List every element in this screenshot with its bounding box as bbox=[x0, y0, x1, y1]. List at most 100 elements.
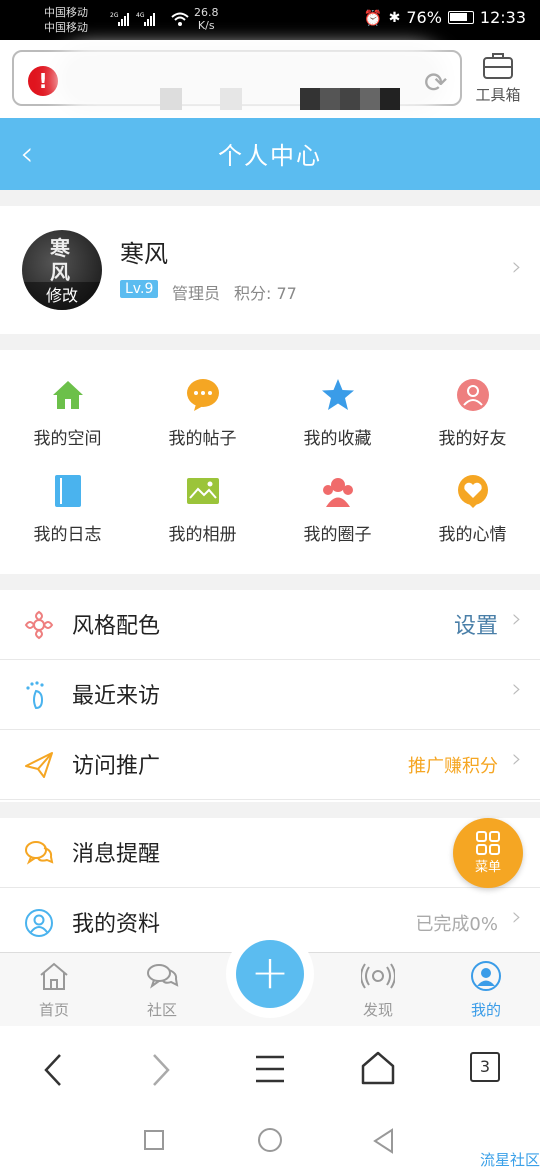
grid-item-diary[interactable]: 我的日志 bbox=[0, 446, 135, 545]
chevron-right-icon: › bbox=[511, 902, 522, 932]
list-label: 我的资料 bbox=[72, 912, 161, 937]
grid-item-favorites[interactable]: 我的收藏 bbox=[270, 350, 405, 449]
radar-icon bbox=[360, 963, 396, 989]
friend-icon bbox=[456, 379, 489, 411]
grid-item-posts[interactable]: 我的帖子 bbox=[135, 350, 270, 449]
profile-icon bbox=[25, 909, 53, 937]
browser-nav: 3 bbox=[0, 1026, 540, 1114]
group-icon bbox=[322, 478, 353, 507]
toolbox-button[interactable]: 工具箱 bbox=[468, 50, 528, 105]
menu-fab-label: 菜单 bbox=[474, 860, 501, 875]
status-right: ⏰ ✱ 76% 12:33 bbox=[364, 8, 526, 27]
profile-card[interactable]: 寒风 修改 寒风 Lv.9 管理员 积分: 77 › bbox=[0, 206, 540, 334]
back-arrow-icon[interactable] bbox=[40, 1052, 66, 1088]
redacted-block bbox=[300, 88, 400, 110]
avatar-text: 寒风 bbox=[50, 236, 70, 284]
net-speed-unit: K/s bbox=[197, 19, 215, 32]
tab-label: 我的 bbox=[470, 1001, 501, 1019]
home-circle-icon[interactable] bbox=[258, 1128, 282, 1152]
url-bar[interactable]: ! ⟳ bbox=[12, 50, 462, 110]
grid-label: 我的圈子 bbox=[303, 525, 372, 545]
community-icon bbox=[147, 964, 179, 989]
back-triangle-icon[interactable] bbox=[372, 1128, 396, 1154]
chevron-right-icon: › bbox=[511, 744, 522, 774]
carrier-2: 中国移动 bbox=[44, 21, 88, 34]
toolbox-label: 工具箱 bbox=[475, 86, 521, 104]
grid-item-mood[interactable]: 我的心情 bbox=[405, 446, 540, 545]
browser-toolbar: ! ⟳ 工具箱 bbox=[0, 40, 540, 118]
grid-item-album[interactable]: 我的相册 bbox=[135, 446, 270, 545]
tab-mine[interactable]: 我的 bbox=[446, 961, 526, 1020]
level-badge: Lv.9 bbox=[120, 280, 159, 298]
bluetooth-icon: ✱ bbox=[388, 9, 401, 26]
home-icon bbox=[52, 381, 83, 409]
list-value: 推广赚积分 bbox=[408, 756, 498, 777]
grid-icon bbox=[476, 831, 500, 855]
chevron-right-icon: › bbox=[511, 604, 522, 634]
avatar[interactable]: 寒风 修改 bbox=[22, 230, 102, 310]
grid-item-friends[interactable]: 我的好友 bbox=[405, 350, 540, 449]
paper-plane-icon bbox=[25, 752, 53, 778]
footprint-icon bbox=[26, 681, 44, 710]
menu-lines-icon[interactable] bbox=[254, 1054, 286, 1084]
grid-label: 我的心情 bbox=[438, 525, 507, 545]
battery-percent: 76% bbox=[406, 8, 442, 27]
list-item-promotion[interactable]: 访问推广 推广赚积分 › bbox=[0, 730, 540, 800]
list-value: 已完成0% bbox=[415, 914, 498, 935]
score-label: 积分: 77 bbox=[234, 284, 297, 303]
tab-label: 社区 bbox=[146, 1001, 177, 1019]
list-label: 消息提醒 bbox=[72, 842, 161, 867]
list-item-style[interactable]: 风格配色 设置 › bbox=[0, 590, 540, 660]
chevron-right-icon: › bbox=[511, 252, 522, 282]
plus-icon: + bbox=[236, 940, 304, 1008]
notebook-icon bbox=[54, 475, 81, 507]
wifi-icon bbox=[171, 12, 189, 26]
tabs-count-button[interactable]: 3 bbox=[470, 1052, 500, 1082]
tab-discover[interactable]: 发现 bbox=[338, 961, 418, 1020]
list-label: 风格配色 bbox=[72, 614, 161, 639]
list-item-visitors[interactable]: 最近来访 › bbox=[0, 660, 540, 730]
redacted-block bbox=[220, 88, 242, 110]
clock: 12:33 bbox=[479, 8, 526, 27]
grid-item-circles[interactable]: 我的圈子 bbox=[270, 446, 405, 545]
warning-icon[interactable]: ! bbox=[28, 66, 58, 96]
user-circle-icon bbox=[471, 961, 501, 991]
refresh-icon[interactable]: ⟳ bbox=[424, 66, 447, 99]
status-bar: 中国移动 中国移动 2G 4G 26.8 K/s ⏰ ✱ 76% 12:33 bbox=[0, 0, 540, 40]
grid-item-space[interactable]: 我的空间 bbox=[0, 350, 135, 449]
heart-bubble-icon bbox=[457, 475, 488, 508]
star-icon bbox=[321, 379, 354, 410]
grid-label: 我的日志 bbox=[33, 525, 102, 545]
chevron-right-icon: › bbox=[511, 674, 522, 704]
home-outline-icon bbox=[40, 962, 68, 990]
feature-grid: 我的空间 我的帖子 我的收藏 我的好友 我的日志 我的相册 我的圈子 我的心情 bbox=[0, 350, 540, 574]
tab-label: 发现 bbox=[362, 1001, 393, 1019]
username: 寒风 bbox=[120, 240, 168, 268]
recents-icon[interactable] bbox=[144, 1130, 164, 1150]
toolbox-icon bbox=[483, 53, 513, 79]
tab-community[interactable]: 社区 bbox=[122, 961, 202, 1020]
signal-icon: 2G 4G bbox=[110, 12, 155, 26]
settings-list-1: 风格配色 设置 › 最近来访 › 访问推广 推广赚积分 › bbox=[0, 590, 540, 802]
forward-arrow-icon[interactable] bbox=[148, 1052, 174, 1088]
watermark: 流星社区 bbox=[479, 1151, 540, 1169]
net-type-2: 4G bbox=[136, 12, 145, 19]
photo-icon bbox=[186, 478, 219, 504]
home-nav-icon[interactable] bbox=[360, 1050, 396, 1086]
system-nav-bar: 流星社区 bbox=[0, 1114, 540, 1170]
carrier-labels: 中国移动 中国移动 bbox=[44, 5, 88, 35]
list-value: 设置 bbox=[453, 614, 498, 639]
role-label: 管理员 bbox=[172, 284, 221, 303]
alarm-icon: ⏰ bbox=[363, 8, 383, 27]
avatar-edit-label[interactable]: 修改 bbox=[22, 282, 102, 310]
net-speed-value: 26.8 bbox=[194, 6, 219, 19]
message-icon bbox=[25, 841, 54, 865]
battery-icon bbox=[447, 11, 474, 24]
menu-fab[interactable]: 菜单 bbox=[453, 818, 523, 888]
grid-label: 我的相册 bbox=[168, 525, 237, 545]
post-button[interactable]: + bbox=[226, 930, 314, 1018]
tab-home[interactable]: 首页 bbox=[14, 961, 94, 1020]
list-label: 最近来访 bbox=[72, 684, 161, 709]
redacted-block bbox=[160, 88, 182, 110]
list-label: 访问推广 bbox=[72, 754, 161, 779]
